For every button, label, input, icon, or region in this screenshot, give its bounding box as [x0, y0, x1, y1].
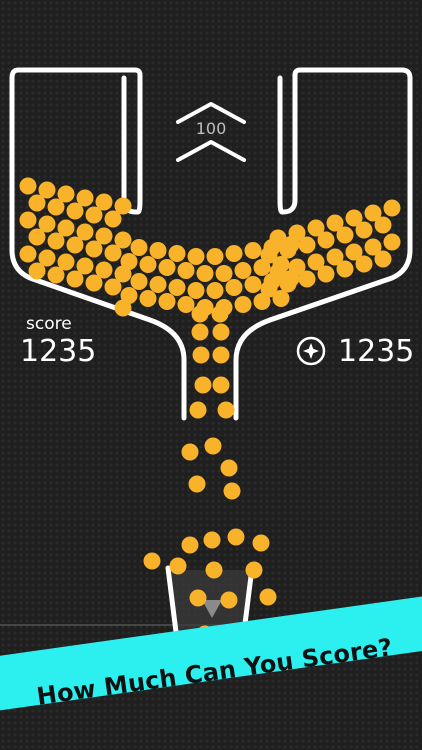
ball [263, 273, 281, 290]
ball [168, 245, 186, 262]
balls-group [19, 177, 401, 645]
ball [188, 475, 206, 493]
ball [374, 216, 392, 234]
ball [234, 262, 252, 279]
ball [28, 228, 46, 246]
ball [220, 591, 238, 609]
ball [263, 239, 281, 256]
ball [227, 528, 245, 546]
ball [104, 278, 122, 296]
ball [245, 561, 263, 579]
ball [211, 305, 229, 323]
ball [194, 376, 212, 394]
ball [383, 233, 401, 251]
ball [19, 245, 37, 263]
score-label: score [26, 314, 72, 334]
ball [215, 265, 233, 282]
coin-value: 1235 [338, 334, 415, 369]
ball [189, 589, 207, 607]
ball [149, 276, 167, 293]
ball [374, 250, 392, 268]
ball [130, 273, 148, 290]
ball [272, 290, 290, 307]
ball [383, 199, 401, 217]
ball [252, 534, 270, 552]
ball [104, 210, 122, 228]
ball [234, 296, 252, 313]
ball [192, 346, 210, 364]
ball [120, 253, 138, 270]
coin-star-icon [296, 336, 326, 366]
ball [244, 276, 262, 293]
ball [187, 248, 205, 265]
ball [85, 240, 103, 258]
ball [47, 266, 65, 284]
ball [181, 443, 199, 461]
ball [177, 296, 195, 313]
ball [355, 255, 373, 273]
ball [336, 226, 354, 244]
ball [169, 557, 187, 575]
ball [225, 245, 243, 262]
ball [19, 177, 37, 195]
ball [282, 270, 300, 287]
ball [317, 231, 335, 249]
ball [181, 536, 199, 554]
ball [158, 259, 176, 276]
ball [19, 211, 37, 229]
ball [120, 287, 138, 304]
ball [272, 256, 290, 273]
ball [189, 401, 207, 419]
ball [206, 282, 224, 299]
ball [168, 279, 186, 296]
game-screen[interactable]: 100 score 1235 1235 How Much Can You Sco… [0, 0, 422, 750]
ball [143, 552, 161, 570]
ball [220, 459, 238, 477]
ball [47, 232, 65, 250]
ball [217, 401, 235, 419]
score-value: 1235 [20, 334, 97, 369]
ball [85, 206, 103, 224]
ball [28, 262, 46, 280]
ball [223, 482, 241, 500]
ball [204, 437, 222, 455]
ball [317, 265, 335, 283]
ball [298, 270, 316, 288]
ball [139, 290, 157, 307]
ball [205, 561, 223, 579]
ball [355, 221, 373, 239]
ball [104, 244, 122, 262]
ball [336, 260, 354, 278]
ball [253, 259, 271, 276]
ball [177, 262, 195, 279]
ball [85, 274, 103, 292]
ball [47, 198, 65, 216]
ball [139, 256, 157, 273]
ball [206, 248, 224, 265]
ball [187, 282, 205, 299]
ball [66, 270, 84, 288]
ball [196, 265, 214, 282]
ball [244, 242, 262, 259]
ball [225, 279, 243, 296]
ball [212, 323, 230, 341]
ball [149, 242, 167, 259]
ball [212, 346, 230, 364]
ball [28, 194, 46, 212]
ball [212, 376, 230, 394]
ball [259, 588, 277, 606]
ball [191, 305, 209, 323]
ball [158, 293, 176, 310]
ball [191, 323, 209, 341]
ball [203, 531, 221, 549]
ball [282, 236, 300, 253]
ball [66, 202, 84, 220]
ball [253, 293, 271, 310]
ball [298, 236, 316, 254]
ball-count-label: 100 [195, 119, 227, 138]
ball [66, 236, 84, 254]
ball [130, 239, 148, 256]
